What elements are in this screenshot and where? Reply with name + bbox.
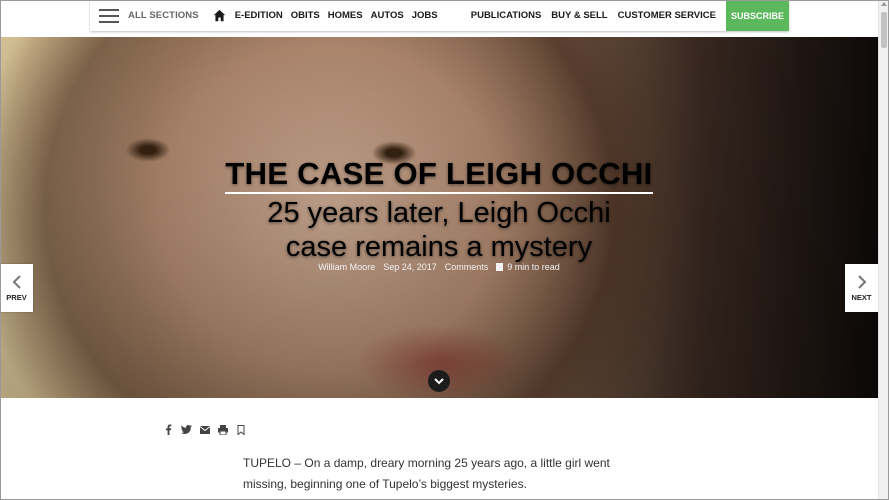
publish-date: Sep 24, 2017 <box>383 262 437 272</box>
scroll-down-button[interactable] <box>428 370 450 392</box>
kicker-text[interactable]: THE CASE OF LEIGH OCCHI <box>225 156 653 194</box>
hamburger-menu-icon[interactable] <box>99 8 119 23</box>
scroll-up-icon[interactable] <box>881 2 887 6</box>
story-kicker[interactable]: THE CASE OF LEIGH OCCHI <box>0 156 878 194</box>
chevron-right-icon <box>857 274 866 289</box>
chevron-down-icon <box>434 378 444 385</box>
nav-obits[interactable]: OBITS <box>291 10 320 21</box>
nav-autos[interactable]: AUTOS <box>371 10 404 21</box>
home-icon[interactable] <box>213 9 226 22</box>
hero-image: THE CASE OF LEIGH OCCHI 25 years later, … <box>0 37 878 398</box>
headline-line-2: case remains a mystery <box>285 231 593 263</box>
share-toolbar <box>163 424 246 435</box>
nav-e-edition[interactable]: E-EDITION <box>235 10 283 21</box>
scrollbar-thumb[interactable] <box>881 12 887 48</box>
nav-right-group: PUBLICATIONS BUY & SELL CUSTOMER SERVICE… <box>471 0 789 31</box>
nav-customer-service[interactable]: CUSTOMER SERVICE <box>618 10 716 21</box>
book-icon <box>496 263 504 271</box>
subscribe-button[interactable]: SUBSCRIBE <box>725 0 789 31</box>
read-time: 9 min to read <box>507 262 560 272</box>
print-icon[interactable] <box>217 424 228 435</box>
page-scrollbar[interactable] <box>878 0 889 500</box>
headline: 25 years later, Leigh Occhi case remains… <box>0 196 878 264</box>
article-paragraph: TUPELO – On a damp, dreary morning 25 ye… <box>243 456 610 491</box>
twitter-icon[interactable] <box>181 424 192 435</box>
headline-line-1: 25 years later, Leigh Occhi <box>267 197 611 229</box>
facebook-icon[interactable] <box>163 424 174 435</box>
nav-homes[interactable]: HOMES <box>328 10 363 21</box>
chevron-left-icon <box>12 274 21 289</box>
prev-label: PREV <box>6 292 27 302</box>
next-label: NEXT <box>851 292 872 302</box>
top-navigation: ALL SECTIONS E-EDITION OBITS HOMES AUTOS… <box>90 0 789 31</box>
byline: William Moore Sep 24, 2017 Comments 9 min t… <box>0 262 878 272</box>
comments-link[interactable]: Comments <box>445 262 489 272</box>
prev-story-button[interactable]: PREV <box>0 264 33 312</box>
nav-publications[interactable]: PUBLICATIONS <box>471 10 542 21</box>
bookmark-icon[interactable] <box>235 424 246 435</box>
nav-buy-sell[interactable]: BUY & SELL <box>551 10 607 21</box>
next-story-button[interactable]: NEXT <box>845 264 878 312</box>
author-link[interactable]: William Moore <box>318 262 375 272</box>
email-icon[interactable] <box>199 424 210 435</box>
all-sections-link[interactable]: ALL SECTIONS <box>128 10 199 21</box>
nav-jobs[interactable]: JOBS <box>412 10 438 21</box>
